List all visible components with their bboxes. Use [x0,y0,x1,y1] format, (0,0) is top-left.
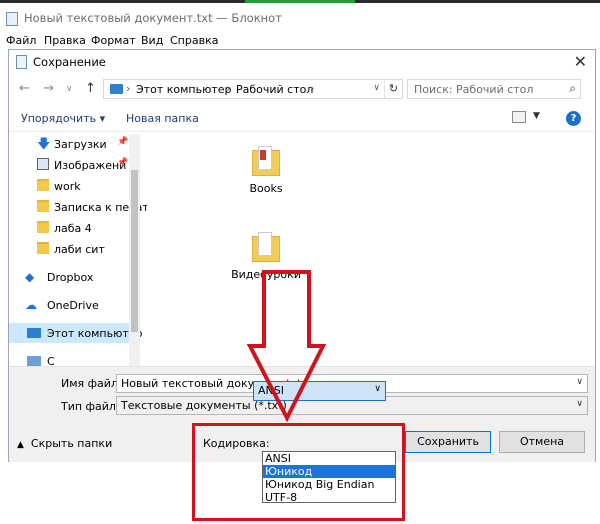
annotation-highlight-box [192,423,405,521]
